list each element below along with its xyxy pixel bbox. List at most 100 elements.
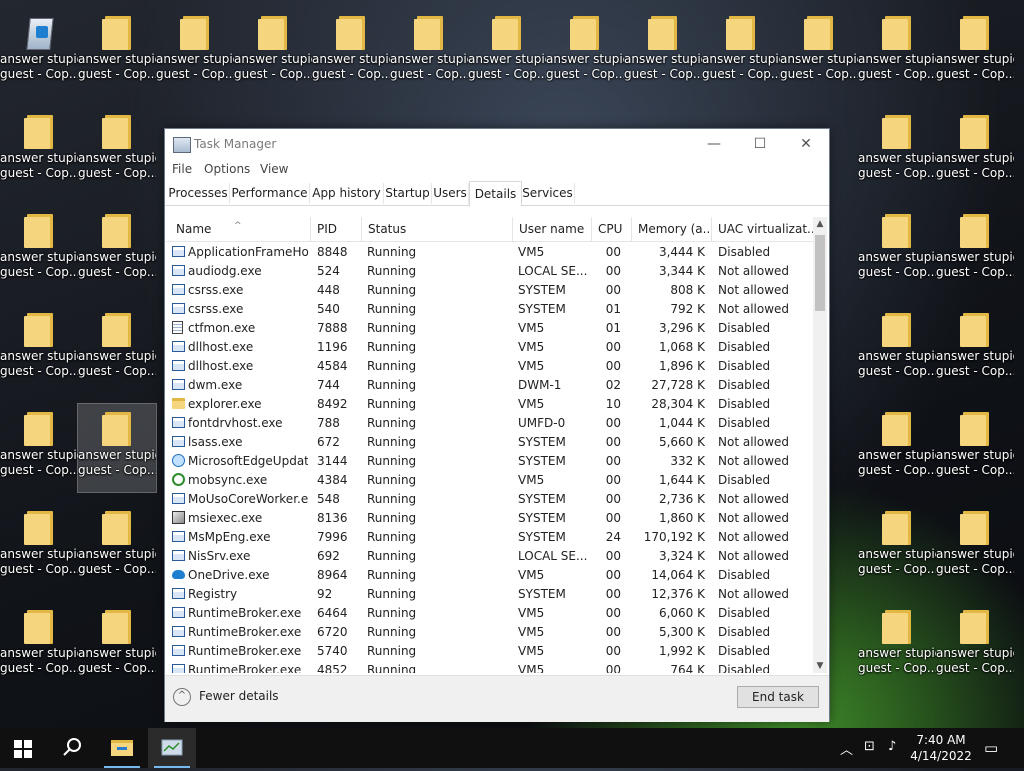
process-table[interactable]: ^ Name PID Status User name CPU Memory (… bbox=[166, 217, 814, 673]
menu-view[interactable]: View bbox=[260, 162, 288, 176]
desktop-shortcut[interactable]: answer stupid guest - Cop... bbox=[936, 206, 1014, 294]
table-row[interactable]: lsass.exe 672 Running SYSTEM 00 5,660 K Not al… bbox=[166, 433, 814, 452]
desktop-shortcut[interactable]: answer stupid guest - Cop... bbox=[156, 8, 234, 96]
desktop-shortcut[interactable]: answer stupid guest - Cop... bbox=[858, 602, 936, 690]
column-header-cpu[interactable]: CPU bbox=[592, 217, 632, 241]
column-header-user-name[interactable]: User name bbox=[513, 217, 592, 241]
column-header-memory[interactable]: Memory (a... bbox=[632, 217, 712, 241]
desktop-shortcut[interactable]: answer stupid guest - Cop... bbox=[78, 305, 156, 393]
file-explorer-icon[interactable] bbox=[98, 728, 146, 768]
table-row[interactable]: msiexec.exe 8136 Running SYSTEM 00 1,860 K Not… bbox=[166, 509, 814, 528]
table-row[interactable]: ctfmon.exe 7888 Running VM5 01 3,296 K Disable… bbox=[166, 319, 814, 338]
desktop-shortcut[interactable]: answer stupid guest - Cop... bbox=[858, 206, 936, 294]
tab-users[interactable]: Users bbox=[432, 183, 469, 204]
desktop-shortcut[interactable]: answer stupid guest - Cop... bbox=[546, 8, 624, 96]
footer: ^ Fewer details End task bbox=[165, 675, 829, 722]
desktop-shortcut[interactable]: answer stupid guest - Cop... bbox=[702, 8, 780, 96]
table-row[interactable]: OneDrive.exe 8964 Running VM5 00 14,064 K Disa… bbox=[166, 566, 814, 585]
table-row[interactable]: csrss.exe 448 Running SYSTEM 00 808 K Not allo… bbox=[166, 281, 814, 300]
table-row[interactable]: MoUsoCoreWorker.e... 548 Running SYSTEM 00 2,… bbox=[166, 490, 814, 509]
end-task-button[interactable]: End task bbox=[737, 686, 819, 708]
desktop-shortcut[interactable]: answer stupid guest - Cop... bbox=[0, 8, 78, 96]
desktop-shortcut[interactable]: answer stupid guest - Cop... bbox=[936, 8, 1014, 96]
desktop-shortcut-label: answer stupid bbox=[78, 349, 156, 363]
tab-processes[interactable]: Processes bbox=[167, 183, 230, 204]
desktop-shortcut[interactable]: answer stupid guest - Cop... bbox=[936, 305, 1014, 393]
scrollbar-thumb[interactable] bbox=[815, 235, 825, 311]
table-row[interactable]: dllhost.exe 1196 Running VM5 00 1,068 K Disabl… bbox=[166, 338, 814, 357]
desktop-shortcut[interactable]: answer stupid guest - Cop... bbox=[936, 602, 1014, 690]
desktop-shortcut[interactable]: answer stupid guest - Cop... bbox=[0, 404, 78, 492]
volume-icon[interactable]: ♪ bbox=[888, 739, 896, 754]
desktop-shortcut[interactable]: answer stupid guest - Cop... bbox=[858, 107, 936, 195]
desktop-shortcut[interactable]: answer stupid guest - Cop... bbox=[78, 602, 156, 690]
desktop-shortcut[interactable]: answer stupid guest - Cop... bbox=[78, 107, 156, 195]
scroll-down-icon[interactable]: ▼ bbox=[813, 659, 827, 673]
notification-icon[interactable]: ▭ bbox=[984, 739, 998, 757]
desktop-shortcut[interactable]: answer stupid guest - Cop... bbox=[390, 8, 468, 96]
tab-performance[interactable]: Performance bbox=[230, 183, 310, 204]
desktop-shortcut[interactable]: answer stupid guest - Cop... bbox=[936, 503, 1014, 591]
desktop-shortcut[interactable]: answer stupid guest - Cop... bbox=[78, 8, 156, 96]
desktop-shortcut[interactable]: answer stupid guest - Cop... bbox=[0, 107, 78, 195]
column-header-status[interactable]: Status bbox=[362, 217, 513, 241]
table-row[interactable]: dllhost.exe 4584 Running VM5 00 1,896 K Disabl… bbox=[166, 357, 814, 376]
task-manager-window[interactable]: Task Manager — ☐ ✕ File Options View Pro… bbox=[164, 128, 830, 722]
desktop-shortcut[interactable]: answer stupid guest - Cop... bbox=[858, 404, 936, 492]
desktop-shortcut[interactable]: answer stupid guest - Cop... bbox=[780, 8, 858, 96]
tab-details[interactable]: Details bbox=[469, 181, 522, 207]
desktop-shortcut[interactable]: answer stupid guest - Cop... bbox=[312, 8, 390, 96]
title-bar[interactable]: Task Manager — ☐ ✕ bbox=[165, 129, 829, 159]
table-row[interactable]: RuntimeBroker.exe 5740 Running VM5 00 1,992 K… bbox=[166, 642, 814, 661]
desktop-shortcut[interactable]: answer stupid guest - Cop... bbox=[858, 8, 936, 96]
clock[interactable]: 7:40 AM 4/14/2022 bbox=[908, 732, 974, 764]
desktop-shortcut[interactable]: answer stupid guest - Cop... bbox=[78, 206, 156, 294]
table-row[interactable]: mobsync.exe 4384 Running VM5 00 1,644 K Disabl… bbox=[166, 471, 814, 490]
desktop-shortcut[interactable]: answer stupid guest - Cop... bbox=[624, 8, 702, 96]
desktop-shortcut[interactable]: answer stupid guest - Cop... bbox=[0, 305, 78, 393]
table-row[interactable]: RuntimeBroker.exe 6720 Running VM5 00 5,300 K… bbox=[166, 623, 814, 642]
table-row[interactable]: audiodg.exe 524 Running LOCAL SE... 00 3,344 … bbox=[166, 262, 814, 281]
table-row[interactable]: fontdrvhost.exe 788 Running UMFD-0 00 1,044 K… bbox=[166, 414, 814, 433]
column-header-name[interactable]: ^ Name bbox=[166, 217, 311, 241]
desktop-shortcut[interactable]: answer stupid guest - Cop... bbox=[234, 8, 312, 96]
table-row[interactable]: RuntimeBroker.exe 6464 Running VM5 00 6,060 K… bbox=[166, 604, 814, 623]
desktop-shortcut[interactable]: answer stupid guest - Cop... bbox=[78, 503, 156, 591]
table-row[interactable]: MsMpEng.exe 7996 Running SYSTEM 24 170,192 K N… bbox=[166, 528, 814, 547]
cell-uac: Disabled bbox=[718, 644, 771, 658]
desktop-shortcut[interactable]: answer stupid guest - Cop... bbox=[936, 404, 1014, 492]
table-row[interactable]: csrss.exe 540 Running SYSTEM 01 792 K Not allo… bbox=[166, 300, 814, 319]
desktop-shortcut[interactable]: answer stupid guest - Cop... bbox=[858, 503, 936, 591]
network-icon[interactable]: ⊡ bbox=[864, 739, 875, 754]
column-header-uac[interactable]: UAC virtualizat... bbox=[712, 217, 814, 241]
close-button[interactable]: ✕ bbox=[783, 129, 829, 159]
maximize-button[interactable]: ☐ bbox=[737, 129, 783, 159]
desktop-shortcut[interactable]: answer stupid guest - Cop... bbox=[936, 107, 1014, 195]
table-row[interactable]: dwm.exe 744 Running DWM-1 02 27,728 K Disabled bbox=[166, 376, 814, 395]
desktop-shortcut[interactable]: answer stupid guest - Cop... bbox=[0, 602, 78, 690]
column-header-pid[interactable]: PID bbox=[311, 217, 362, 241]
table-row[interactable]: ApplicationFrameHo... 8848 Running VM5 00 3,4… bbox=[166, 243, 814, 262]
task-manager-icon[interactable] bbox=[148, 728, 196, 768]
desktop-shortcut[interactable]: answer stupid guest - Cop... bbox=[468, 8, 546, 96]
tab-services[interactable]: Services bbox=[521, 183, 575, 204]
tab-app-history[interactable]: App history bbox=[310, 183, 384, 204]
desktop-shortcut[interactable]: answer stupid guest - Cop... bbox=[0, 503, 78, 591]
table-row[interactable]: RuntimeBroker.exe 4852 Running VM5 00 764 K Di… bbox=[166, 661, 814, 673]
table-row[interactable]: explorer.exe 8492 Running VM5 10 28,304 K Disa… bbox=[166, 395, 814, 414]
search-icon[interactable] bbox=[48, 728, 96, 768]
scroll-up-icon[interactable]: ▲ bbox=[813, 217, 827, 231]
menu-options[interactable]: Options bbox=[204, 162, 250, 176]
table-row[interactable]: Registry 92 Running SYSTEM 00 12,376 K Not all… bbox=[166, 585, 814, 604]
vertical-scrollbar[interactable]: ▲ ▼ bbox=[813, 217, 827, 673]
desktop-shortcut[interactable]: answer stupid guest - Cop... bbox=[77, 403, 157, 493]
windows-start-icon[interactable] bbox=[14, 740, 32, 758]
tab-startup[interactable]: Startup bbox=[384, 183, 432, 204]
table-row[interactable]: MicrosoftEdgeUpdat... 3144 Running SYSTEM 00… bbox=[166, 452, 814, 471]
chevron-up-icon[interactable]: ︿ bbox=[840, 739, 853, 758]
desktop-shortcut[interactable]: answer stupid guest - Cop... bbox=[858, 305, 936, 393]
menu-file[interactable]: File bbox=[172, 162, 192, 176]
desktop-shortcut[interactable]: answer stupid guest - Cop... bbox=[0, 206, 78, 294]
table-row[interactable]: NisSrv.exe 692 Running LOCAL SE... 00 3,324 K… bbox=[166, 547, 814, 566]
minimize-button[interactable]: — bbox=[691, 129, 737, 159]
